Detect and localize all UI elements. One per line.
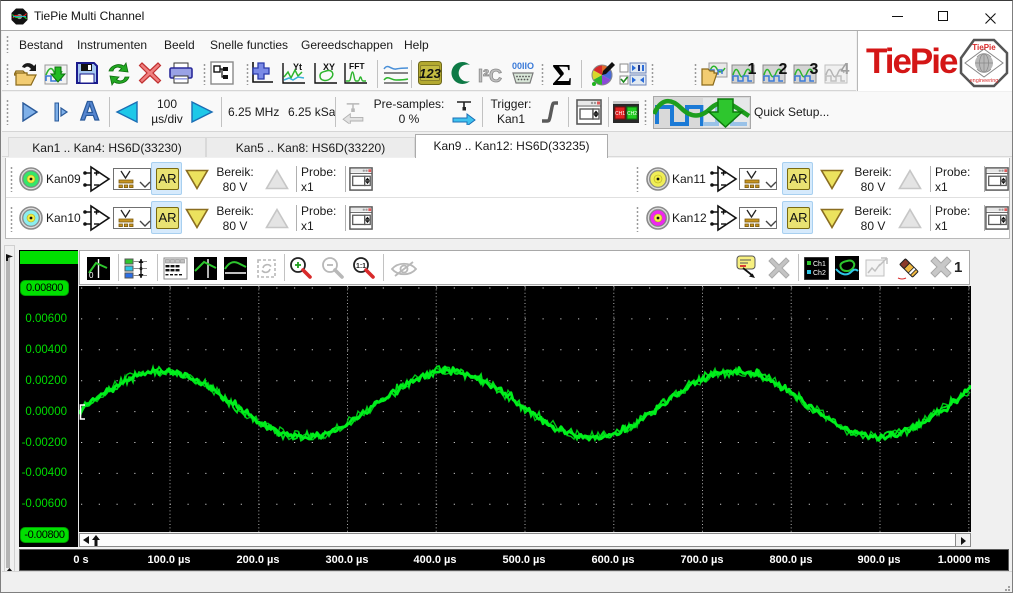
svg-text:CH1: CH1 (615, 111, 625, 117)
svg-text:4: 4 (841, 61, 850, 78)
svg-text:3: 3 (810, 61, 819, 78)
svg-text:FFT: FFT (349, 61, 365, 71)
svg-text:2: 2 (779, 61, 788, 78)
svg-text:00IIO: 00IIO (512, 61, 534, 71)
svg-text:TiePie: TiePie (972, 43, 996, 52)
svg-text:CH2: CH2 (627, 111, 637, 117)
svg-text:Ch2: Ch2 (813, 270, 826, 277)
svg-text:engineering: engineering (970, 78, 999, 84)
svg-text:1: 1 (748, 61, 757, 78)
svg-text:0: 0 (89, 271, 94, 280)
svg-text:Ch1: Ch1 (813, 261, 826, 268)
svg-text:I²C: I²C (478, 66, 502, 86)
svg-text:123: 123 (419, 66, 441, 81)
